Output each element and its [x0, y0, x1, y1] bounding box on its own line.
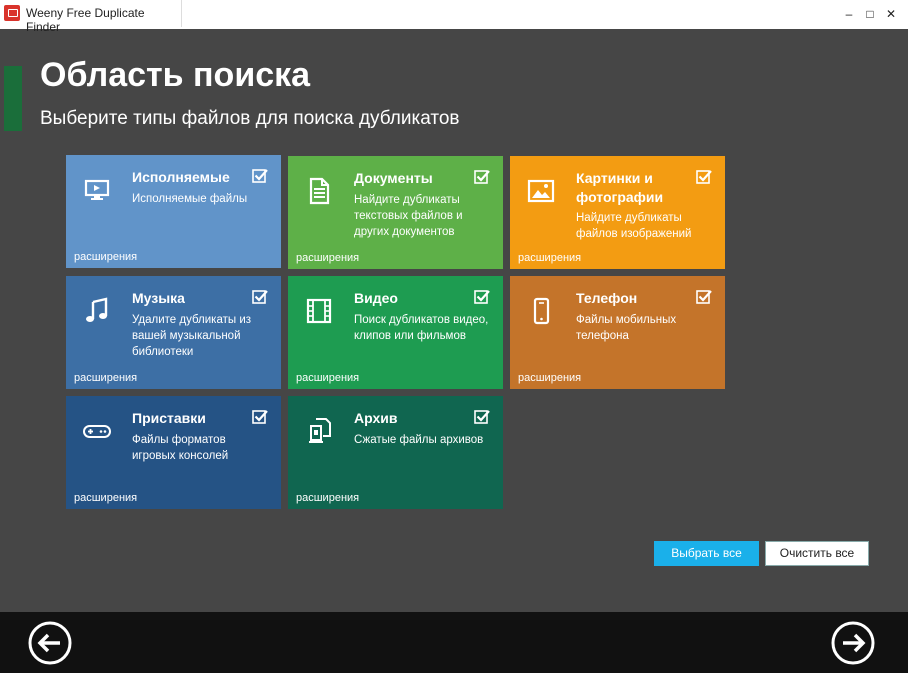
tile-title: Исполняемые [132, 169, 230, 185]
tile-description: Найдите дубликаты файлов изображений [576, 212, 692, 240]
tile-phone[interactable]: Телефон Файлы мобильных телефона расшире… [510, 276, 725, 389]
tile-title: Музыка [132, 290, 185, 306]
extensions-link[interactable]: расширения [74, 251, 137, 263]
extensions-link[interactable]: расширения [296, 492, 359, 504]
checkbox-checked-icon[interactable] [474, 169, 490, 185]
checkbox-checked-icon[interactable] [474, 289, 490, 305]
tile-title: Архив [354, 410, 398, 426]
tile-title: Документы [354, 170, 433, 186]
minimize-button[interactable]: – [842, 7, 856, 21]
tile-description: Файлы мобильных телефона [576, 314, 677, 342]
tile-executables[interactable]: Исполняемые Исполняемые файлы расширения [66, 155, 281, 268]
music-icon [86, 297, 108, 322]
extensions-link[interactable]: расширения [518, 372, 581, 384]
tile-documents[interactable]: Документы Найдите дубликаты текстовых фа… [288, 156, 503, 269]
film-icon [306, 298, 332, 324]
monitor-icon [84, 179, 110, 200]
tile-description: Поиск дубликатов видео, клипов или фильм… [354, 314, 489, 342]
tile-description: Удалите дубликаты из вашей музыкальной б… [132, 314, 252, 358]
extensions-link[interactable]: расширения [74, 492, 137, 504]
arrow-left-icon[interactable] [28, 621, 72, 665]
checkbox-checked-icon[interactable] [696, 169, 712, 185]
document-icon [309, 177, 330, 205]
select-all-button[interactable]: Выбрать все [654, 541, 759, 566]
extensions-link[interactable]: расширения [296, 372, 359, 384]
checkbox-checked-icon[interactable] [474, 409, 490, 425]
extensions-link[interactable]: расширения [518, 252, 581, 264]
page-title: Область поиска [40, 56, 311, 94]
tile-consoles[interactable]: Приставки Файлы форматов игровых консоле… [66, 396, 281, 509]
tile-title: Приставки [132, 410, 206, 426]
tile-description: Найдите дубликаты текстовых файлов и дру… [354, 194, 463, 238]
footer-bar [0, 612, 908, 673]
page-subtitle: Выберите типы файлов для поиска дубликат… [40, 108, 460, 129]
tile-title: Телефон [576, 290, 638, 306]
accent-bar [4, 66, 22, 131]
checkbox-checked-icon[interactable] [252, 168, 268, 184]
arrow-right-icon[interactable] [831, 621, 875, 665]
image-icon [527, 179, 555, 203]
checkbox-checked-icon[interactable] [252, 409, 268, 425]
tile-archive[interactable]: Архив Сжатые файлы архивов расширения [288, 396, 503, 509]
checkbox-checked-icon[interactable] [696, 289, 712, 305]
tile-video[interactable]: Видео Поиск дубликатов видео, клипов или… [288, 276, 503, 389]
title-tab: Weeny Free Duplicate Finder [0, 0, 182, 34]
gamepad-icon [83, 425, 111, 438]
tile-description: Файлы форматов игровых консолей [132, 434, 229, 462]
archive-icon [309, 418, 331, 443]
window-title: Weeny Free Duplicate Finder [26, 6, 145, 34]
tile-music[interactable]: Музыка Удалите дубликаты из вашей музыка… [66, 276, 281, 389]
clear-all-button[interactable]: Очистить все [765, 541, 869, 566]
checkbox-checked-icon[interactable] [252, 289, 268, 305]
title-bar: Weeny Free Duplicate Finder – □ ✕ [0, 0, 908, 34]
tile-description: Исполняемые файлы [132, 193, 248, 205]
extensions-link[interactable]: расширения [74, 372, 137, 384]
extensions-link[interactable]: расширения [296, 252, 359, 264]
close-button[interactable]: ✕ [884, 7, 898, 21]
app-icon [4, 5, 20, 21]
tile-images[interactable]: Картинки и фотографии Найдите дубликаты … [510, 156, 725, 269]
tile-title: Видео [354, 290, 398, 306]
maximize-button[interactable]: □ [863, 7, 877, 21]
phone-icon [533, 297, 550, 325]
tile-description: Сжатые файлы архивов [354, 434, 484, 446]
tile-title: Картинки и фотографии [576, 170, 664, 205]
